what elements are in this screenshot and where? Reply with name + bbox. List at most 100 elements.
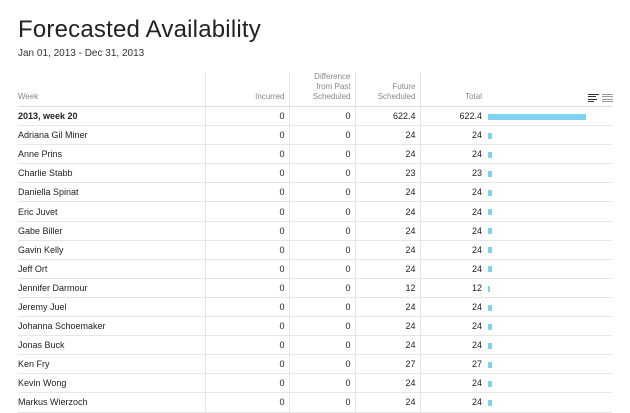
table-row[interactable]: Gavin Kelly 0 0 24 24 [18,240,612,260]
table-row[interactable]: Jeremy Juel 0 0 24 24 [18,297,612,318]
row-incurred: 0 [205,106,290,127]
availability-bar [488,400,492,407]
table-header-row: Week Incurred Difference from Past Sched… [18,72,612,107]
row-name: Jeff Ort [18,259,206,279]
row-total: 24 [420,335,486,356]
availability-bar [488,228,492,235]
row-name: Markus Wierzoch [18,392,206,413]
row-difference: 0 [289,163,356,184]
row-name: Charlie Stabb [18,163,206,184]
row-total: 24 [420,373,486,394]
availability-bar [488,209,492,216]
row-future: 24 [355,182,421,203]
row-incurred: 0 [205,373,290,394]
column-header-difference[interactable]: Difference from Past Scheduled [289,72,356,107]
table-row-total[interactable]: 2013, week 20 0 0 622.4 622.4 [18,106,612,127]
row-total: 24 [420,316,486,337]
row-future: 24 [355,221,421,241]
row-total: 24 [420,259,486,279]
table-row[interactable]: Adriana Gil Miner 0 0 24 24 [18,125,612,146]
row-name: Jeremy Juel [18,297,206,318]
row-difference: 0 [289,316,356,337]
row-bar-cell [486,106,612,127]
row-difference: 0 [289,373,356,394]
row-future: 12 [355,278,421,298]
row-difference: 0 [289,297,356,318]
column-header-bar [486,72,612,107]
row-difference: 0 [289,278,356,298]
date-range[interactable]: Jan 01, 2013 - Dec 31, 2013 [18,48,144,59]
availability-bar [488,247,492,254]
row-future: 24 [355,316,421,337]
column-header-incurred[interactable]: Incurred [205,72,290,107]
row-incurred: 0 [205,278,290,298]
table-row[interactable]: Daniella Spinat 0 0 24 24 [18,182,612,203]
row-future: 24 [355,201,421,222]
table-row[interactable]: Jonas Buck 0 0 24 24 [18,335,612,356]
column-header-future-line2: Scheduled [377,92,416,101]
row-name: Kevin Wong [18,373,206,394]
availability-bar [488,304,492,311]
row-name: 2013, week 20 [18,106,206,127]
availability-bar [488,380,492,387]
row-future: 24 [355,259,421,279]
table-row[interactable]: Jeff Ort 0 0 24 24 [18,259,612,279]
row-bar-cell [486,163,612,184]
row-total: 12 [420,278,486,298]
row-future: 622.4 [355,106,421,127]
column-header-week[interactable]: Week [18,72,206,107]
row-incurred: 0 [205,221,290,241]
row-future: 23 [355,163,421,184]
availability-bar [488,342,492,349]
row-bar-cell [486,144,612,165]
table-row[interactable]: Johanna Schoemaker 0 0 24 24 [18,316,612,337]
availability-bar [488,132,492,139]
row-name: Eric Juvet [18,201,206,222]
availability-bar [488,190,492,197]
row-total: 24 [420,240,486,260]
table-row[interactable]: Jennifer Darmour 0 0 12 12 [18,278,612,298]
table-row[interactable]: Kevin Wong 0 0 24 24 [18,373,612,394]
row-future: 24 [355,335,421,356]
table-row[interactable]: Charlie Stabb 0 0 23 23 [18,163,612,184]
row-bar-cell [486,221,612,241]
table-row[interactable]: Anne Prins 0 0 24 24 [18,144,612,165]
row-bar-cell [486,392,612,413]
column-header-difference-line1: Difference [314,72,351,81]
row-incurred: 0 [205,335,290,356]
row-name: Adriana Gil Miner [18,125,206,146]
row-future: 24 [355,144,421,165]
row-name: Johanna Schoemaker [18,316,206,337]
row-bar-cell [486,259,612,279]
row-bar-cell [486,182,612,203]
row-bar-cell [486,335,612,356]
column-header-future[interactable]: Future Scheduled [355,72,421,107]
row-name: Anne Prins [18,144,206,165]
row-bar-cell [486,316,612,337]
row-future: 24 [355,125,421,146]
row-incurred: 0 [205,182,290,203]
row-bar-cell [486,278,612,298]
availability-bar [488,285,490,292]
availability-bar [488,361,492,368]
column-header-difference-line2: from Past [316,82,351,91]
row-incurred: 0 [205,163,290,184]
table-row[interactable]: Eric Juvet 0 0 24 24 [18,201,612,222]
row-difference: 0 [289,201,356,222]
availability-bar [488,170,492,177]
row-incurred: 0 [205,144,290,165]
row-difference: 0 [289,335,356,356]
table-row[interactable]: Gabe Biller 0 0 24 24 [18,221,612,241]
row-future: 24 [355,240,421,260]
row-bar-cell [486,240,612,260]
column-header-total[interactable]: Total [420,72,486,107]
row-bar-cell [486,125,612,146]
total-bar [488,113,586,120]
row-future: 24 [355,373,421,394]
table-row[interactable]: Markus Wierzoch 0 0 24 24 [18,392,612,413]
row-total: 27 [420,354,486,375]
row-bar-cell [486,373,612,394]
row-future: 24 [355,392,421,413]
table-row[interactable]: Ken Fry 0 0 27 27 [18,354,612,375]
row-total: 622.4 [420,106,486,127]
